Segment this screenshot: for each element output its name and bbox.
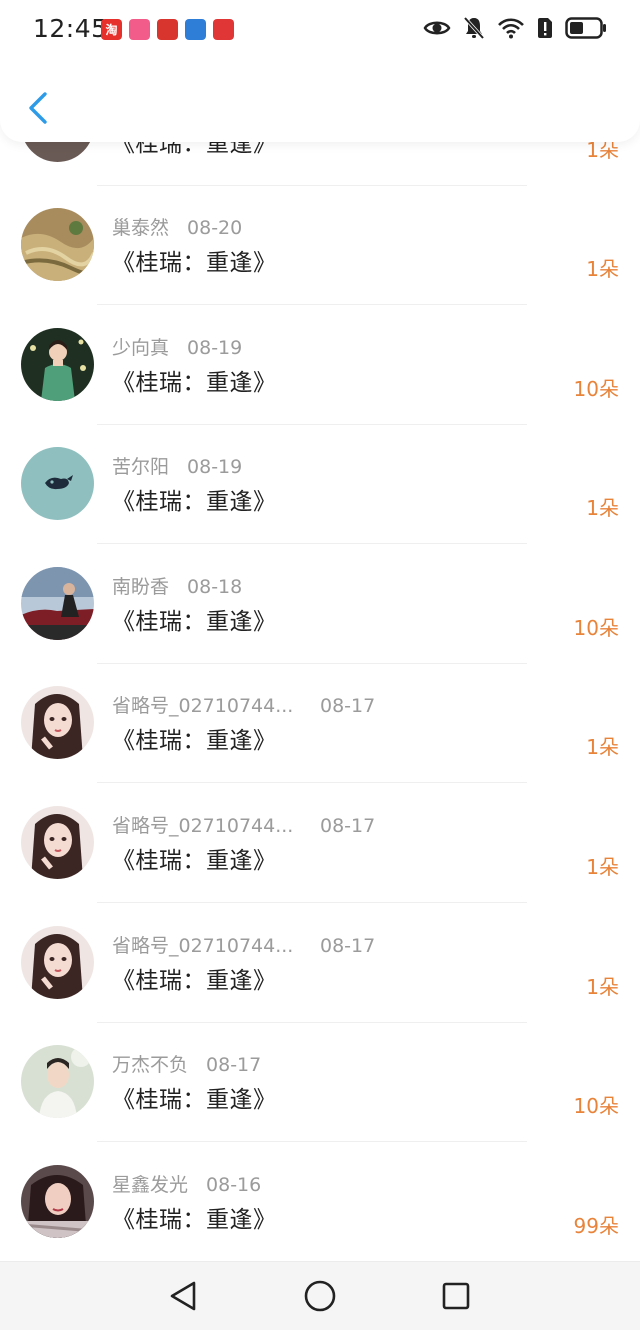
chevron-left-icon — [29, 92, 47, 124]
book-title: 《桂瑞：重逢》 — [112, 489, 277, 516]
user-name: 省略号_02710744... — [112, 934, 294, 957]
avatar[interactable] — [21, 925, 94, 999]
eye-icon — [423, 21, 451, 35]
user-name: 省略号_02710744... — [112, 815, 294, 837]
user-name: 少向真 — [112, 336, 170, 359]
book-title: 《桂瑞：重逢》 — [112, 608, 277, 635]
date-label: 08-16 — [206, 1173, 262, 1196]
colorful-app-icon — [129, 19, 150, 40]
vpn-lock-icon — [185, 19, 206, 40]
list-item[interactable]: 苦尔阳 08-19 《桂瑞：重逢》 1朵 — [0, 425, 640, 545]
triangle-back-icon — [170, 1281, 196, 1311]
row-meta: 星鑫发光 08-16 — [112, 1170, 261, 1197]
flower-count: 1朵 — [586, 496, 619, 521]
date-label: 08-19 — [187, 336, 243, 359]
row-meta: 巢泰然 08-20 — [112, 213, 242, 240]
header: 12:45 淘 — [0, 0, 640, 142]
book-title: 《桂瑞：重逢》 — [112, 1087, 277, 1114]
row-meta: 省略号_02710744... 08-17 — [112, 931, 375, 958]
list-item[interactable]: 省略号_02710744... 08-17 《桂瑞：重逢》 1朵 — [0, 904, 640, 1023]
row-meta: 省略号_02710744... 08-17 — [112, 691, 375, 718]
row-meta: 万杰不负 08-17 — [112, 1050, 261, 1077]
book-title: 《桂瑞：重逢》 — [112, 369, 277, 396]
nav-recents-button[interactable] — [437, 1277, 475, 1315]
user-name: 星鑫发光 — [112, 1173, 189, 1196]
avatar[interactable] — [21, 1045, 94, 1119]
flower-count: 1朵 — [586, 257, 619, 281]
avatar[interactable] — [21, 566, 94, 640]
flower-count: 1朵 — [586, 735, 619, 760]
user-name: 万杰不负 — [112, 1054, 189, 1077]
avatar[interactable] — [21, 208, 94, 281]
huawei-icon — [157, 19, 178, 40]
sim-alert-icon — [538, 18, 552, 38]
book-title: 《桂瑞：重逢》 — [112, 250, 277, 276]
user-name: 南盼香 — [112, 575, 170, 598]
row-meta: 少向真 08-19 — [112, 333, 242, 360]
status-app-icons: 淘 — [101, 19, 241, 40]
mute-bell-icon — [463, 16, 485, 40]
user-name: 苦尔阳 — [112, 456, 170, 479]
nav-back-button[interactable] — [164, 1277, 202, 1315]
user-name: 巢泰然 — [112, 217, 170, 239]
status-icons — [411, 16, 607, 40]
red-app-icon — [213, 19, 234, 40]
date-label: 08-17 — [206, 1054, 262, 1077]
book-title: 《桂瑞：重逢》 — [112, 1206, 277, 1233]
avatar[interactable] — [21, 686, 94, 760]
flower-count: 1朵 — [586, 974, 619, 999]
system-nav-bar — [0, 1261, 640, 1330]
flower-count: 10朵 — [573, 615, 619, 640]
flower-count: 1朵 — [586, 855, 619, 879]
list-item[interactable]: 巢泰然 08-20 《桂瑞：重逢》 1朵 — [0, 186, 640, 305]
taobao-icon: 淘 — [101, 19, 122, 40]
date-label: 08-18 — [187, 575, 243, 598]
row-meta: 苦尔阳 08-19 — [112, 452, 242, 479]
date-label: 08-17 — [320, 695, 376, 718]
list-item[interactable]: 省略号_02710744... 08-17 《桂瑞：重逢》 1朵 — [0, 784, 640, 903]
flower-count: 99朵 — [573, 1213, 619, 1238]
circle-home-icon — [304, 1280, 336, 1312]
avatar[interactable] — [21, 327, 94, 401]
avatar[interactable] — [21, 447, 94, 521]
book-title: 《桂瑞：重逢》 — [112, 848, 277, 874]
row-meta: 南盼香 08-18 — [112, 572, 242, 599]
date-label: 08-17 — [320, 934, 376, 957]
book-title: 《桂瑞：重逢》 — [112, 728, 277, 755]
back-button[interactable] — [20, 88, 56, 128]
list-item[interactable]: 省略号_02710744... 08-17 《桂瑞：重逢》 1朵 — [0, 664, 640, 784]
square-recents-icon — [442, 1282, 470, 1310]
user-name: 省略号_02710744... — [112, 695, 294, 718]
list-item[interactable]: 星鑫发光 08-16 《桂瑞：重逢》 99朵 — [0, 1143, 640, 1262]
row-meta: 省略号_02710744... 08-17 — [112, 811, 375, 838]
avatar[interactable] — [21, 806, 94, 879]
reward-list-screen: 《桂瑞：重逢》 1朵 巢泰然 08-20 《桂瑞：重逢》 1朵 少向真 08-19 《桂瑞：… — [0, 0, 640, 1330]
battery-icon — [565, 17, 606, 39]
book-title: 《桂瑞：重逢》 — [112, 967, 277, 994]
wifi-icon — [498, 18, 524, 39]
flower-count: 10朵 — [573, 376, 619, 401]
date-label: 08-17 — [320, 815, 376, 837]
nav-home-button[interactable] — [301, 1277, 339, 1315]
avatar[interactable] — [21, 1164, 94, 1238]
status-time: 12:45 — [33, 14, 108, 43]
date-label: 08-20 — [187, 217, 243, 239]
list-item[interactable]: 少向真 08-19 《桂瑞：重逢》 10朵 — [0, 306, 640, 425]
list-item[interactable]: 万杰不负 08-17 《桂瑞：重逢》 10朵 — [0, 1023, 640, 1143]
date-label: 08-19 — [187, 456, 243, 479]
flower-count: 10朵 — [573, 1094, 619, 1119]
list-item[interactable]: 南盼香 08-18 《桂瑞：重逢》 10朵 — [0, 545, 640, 664]
